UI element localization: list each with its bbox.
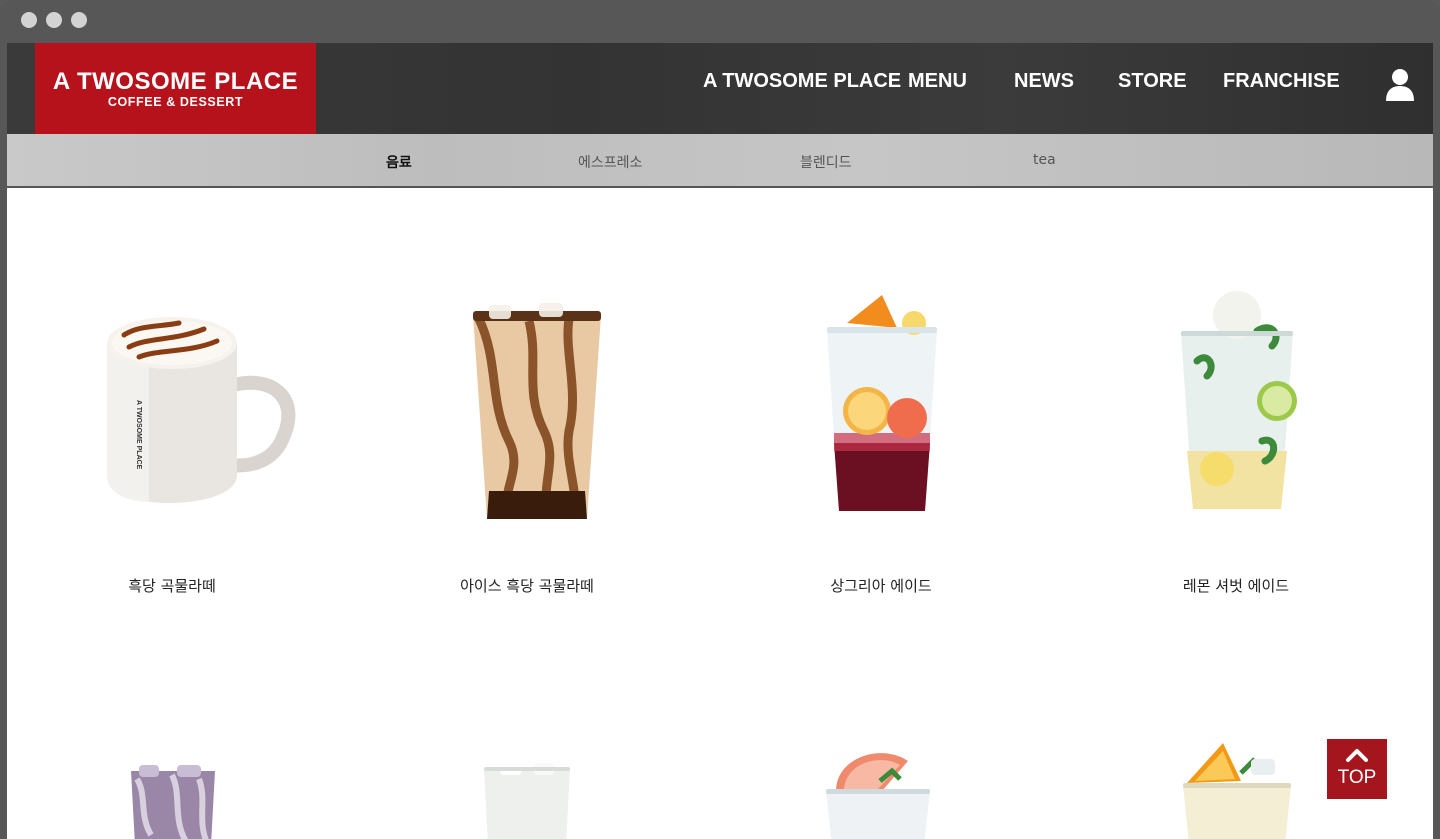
- tab-blended[interactable]: 블렌디드: [800, 152, 852, 172]
- window-minimize-dot[interactable]: [46, 12, 62, 28]
- nav-item-about[interactable]: A TWOSOME PLACE: [703, 70, 901, 93]
- brand-logo-tagline: COFFEE & DESSERT: [107, 95, 244, 109]
- hot-latte-mug-image[interactable]: A TWOSOME PLACE: [99, 305, 299, 505]
- tab-beverage[interactable]: 음료: [386, 152, 412, 172]
- product-name-1[interactable]: 흑당 곡물라떼: [42, 575, 302, 596]
- tab-tea[interactable]: tea: [1033, 152, 1056, 168]
- browser-window: A TWOSOME PLACE COFFEE & DESSERT A TWOSO…: [0, 0, 1440, 839]
- tab-espresso[interactable]: 에스프레소: [578, 152, 642, 172]
- lemon-sherbet-ade-cup-image[interactable]: [1177, 291, 1297, 516]
- brand-logo[interactable]: A TWOSOME PLACE COFFEE & DESSERT: [35, 43, 316, 136]
- nav-item-menu[interactable]: MENU: [908, 70, 967, 93]
- product-name-3[interactable]: 상그리아 에이드: [751, 575, 1011, 596]
- grapefruit-ade-cup-image[interactable]: [822, 745, 934, 839]
- window-titlebar: [0, 0, 1440, 43]
- scroll-to-top-label: TOP: [1337, 767, 1377, 788]
- orange-ade-cup-image[interactable]: [1179, 737, 1295, 839]
- scroll-to-top-button[interactable]: TOP: [1327, 739, 1387, 799]
- brand-logo-name: A TWOSOME PLACE: [52, 68, 299, 95]
- white-drink-cup-image[interactable]: [482, 759, 572, 839]
- nav-item-franchise[interactable]: FRANCHISE: [1223, 70, 1340, 93]
- window-close-dot[interactable]: [21, 12, 37, 28]
- chevron-up-icon: [1346, 749, 1368, 762]
- page-viewport: A TWOSOME PLACE COFFEE & DESSERT A TWOSO…: [7, 43, 1433, 839]
- purple-drink-cup-image[interactable]: [127, 765, 219, 839]
- product-name-4[interactable]: 레몬 셔벗 에이드: [1106, 575, 1366, 596]
- iced-latte-cup-image[interactable]: [469, 301, 609, 526]
- category-subnav: 음료 에스프레소 블렌디드 tea: [7, 134, 1433, 188]
- sangria-ade-cup-image[interactable]: [822, 293, 942, 518]
- nav-item-news[interactable]: NEWS: [1014, 70, 1074, 93]
- nav-item-store[interactable]: STORE: [1118, 70, 1187, 93]
- site-header: A TWOSOME PLACE COFFEE & DESSERT A TWOSO…: [7, 43, 1433, 136]
- window-maximize-dot[interactable]: [71, 12, 87, 28]
- product-name-2[interactable]: 아이스 흑당 곡물라떼: [397, 575, 657, 596]
- user-icon[interactable]: [1385, 68, 1415, 102]
- svg-text:A TWOSOME PLACE: A TWOSOME PLACE: [135, 400, 142, 470]
